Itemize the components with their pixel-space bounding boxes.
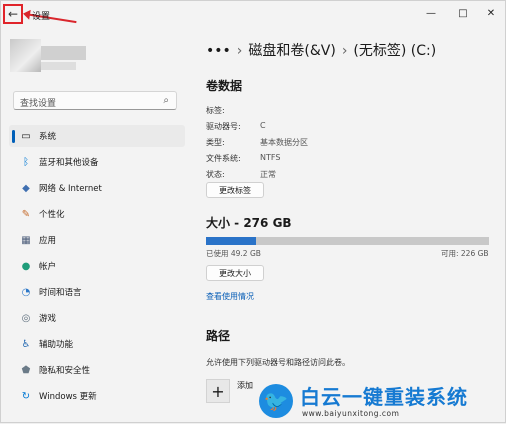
file-system-value: NTFS [260,153,281,162]
label-property-label: 标签: [206,106,225,115]
sidebar-item-label: 时间和语言 [39,288,82,298]
monitor-icon: ▭ [21,130,31,142]
usage-bar [206,237,489,245]
change-label-button[interactable]: 更改标签 [206,182,264,198]
sidebar-item-apps[interactable]: ▦ 应用 [9,229,185,251]
sidebar-item-label: 游戏 [39,314,57,324]
used-space: 已使用 49.2 GB [206,249,261,258]
shield-icon: ⬟ [21,364,31,376]
sidebar-item-label: 网络 & Internet [39,184,102,194]
globe-clock-icon: ◔ [21,286,31,298]
drive-letter-value: C [260,121,266,130]
sidebar-item-label: 帐户 [39,262,57,272]
page-title: (无标签) (C:) [353,43,437,59]
path-heading: 路径 [206,329,231,343]
path-description: 允许使用下列驱动器号和路径访问此卷。 [206,358,350,367]
maximize-button[interactable]: □ [448,3,478,23]
sidebar-item-personalization[interactable]: ✎ 个性化 [9,203,185,225]
search-icon: ⌕ [163,95,169,106]
sidebar-item-time-language[interactable]: ◔ 时间和语言 [9,281,185,303]
accessibility-icon: ♿ [21,338,31,350]
available-space: 可用: 226 GB [441,249,489,258]
profile-email-blurred [41,62,76,70]
apps-icon: ▦ [21,234,31,246]
sidebar-item-gaming[interactable]: ◎ 游戏 [9,307,185,329]
breadcrumb: ••• › 磁盘和卷(&V) › (无标签) (C:) [206,40,436,60]
file-system-label: 文件系统: [206,154,241,163]
drive-letter-label: 驱动器号: [206,122,241,131]
back-button[interactable]: ← [3,4,23,24]
plus-icon: + [211,381,225,401]
avatar[interactable] [10,39,41,72]
sidebar-item-label: Windows 更新 [39,392,97,402]
chevron-right-icon: › [341,43,348,59]
title-bar: ← 设置 — □ ✕ [1,1,505,27]
profile-name-blurred [41,46,86,60]
close-button[interactable]: ✕ [476,3,506,23]
main-content: ••• › 磁盘和卷(&V) › (无标签) (C:) 卷数据 标签: 驱动器号: C … [196,27,501,424]
update-icon: ↻ [21,390,31,402]
brush-icon: ✎ [21,208,31,220]
type-label: 类型: [206,138,225,147]
status-label: 状态: [206,170,225,179]
wifi-icon: ◆ [22,182,30,194]
sidebar-item-label: 辅助功能 [39,340,74,350]
add-path-button[interactable]: + [206,379,230,403]
sidebar-item-label: 隐私和安全性 [39,366,91,376]
gamepad-icon: ◎ [21,312,31,324]
sidebar-item-accessibility[interactable]: ♿ 辅助功能 [9,333,185,355]
sidebar-item-bluetooth[interactable]: ᛒ 蓝牙和其他设备 [9,151,185,173]
type-value: 基本数据分区 [260,138,308,147]
breadcrumb-ellipsis[interactable]: ••• [206,43,231,59]
sidebar-item-system[interactable]: ▭ 系统 [9,125,185,147]
breadcrumb-parent[interactable]: 磁盘和卷(&V) [248,43,335,59]
sidebar-item-privacy[interactable]: ⬟ 隐私和安全性 [9,359,185,381]
search-placeholder: 查找设置 [20,99,57,109]
sidebar: 查找设置 ⌕ ▭ 系统 ᛒ 蓝牙和其他设备 ◆ 网络 & Internet ✎ 个性化 … [1,27,191,424]
add-label: 添加 [237,381,253,390]
window-title: 设置 [32,12,51,22]
volume-data-heading: 卷数据 [206,79,243,93]
search-input[interactable]: 查找设置 ⌕ [13,91,177,110]
size-heading: 大小 - 276 GB [206,216,292,230]
back-arrow-icon: ← [7,7,19,21]
usage-bar-fill [206,237,257,245]
sidebar-item-label: 应用 [39,236,57,246]
bluetooth-icon: ᛒ [23,156,29,168]
minimize-button[interactable]: — [416,3,446,23]
selection-indicator [12,130,15,143]
settings-window: ← 设置 — □ ✕ 查找设置 ⌕ ▭ 系统 ᛒ 蓝牙和其他设备 ◆ 网络 & Int… [0,0,506,423]
bird-logo-icon: 🐦 [259,384,293,418]
sidebar-item-label: 个性化 [39,210,65,220]
watermark: 🐦 白云一键重装系统 www.baiyunxitong.com [259,381,505,423]
sidebar-item-label: 系统 [39,132,57,142]
watermark-title: 白云一键重装系统 [300,385,468,409]
view-usage-link[interactable]: 查看使用情况 [206,291,254,302]
sidebar-item-label: 蓝牙和其他设备 [39,158,99,168]
chevron-right-icon: › [236,43,243,59]
person-icon: ● [21,260,31,272]
change-size-button[interactable]: 更改大小 [206,265,264,281]
watermark-url: www.baiyunxitong.com [302,409,400,418]
sidebar-item-accounts[interactable]: ● 帐户 [9,255,185,277]
sidebar-item-network[interactable]: ◆ 网络 & Internet [9,177,185,199]
sidebar-item-windows-update[interactable]: ↻ Windows 更新 [9,385,185,407]
status-value: 正常 [260,170,276,179]
